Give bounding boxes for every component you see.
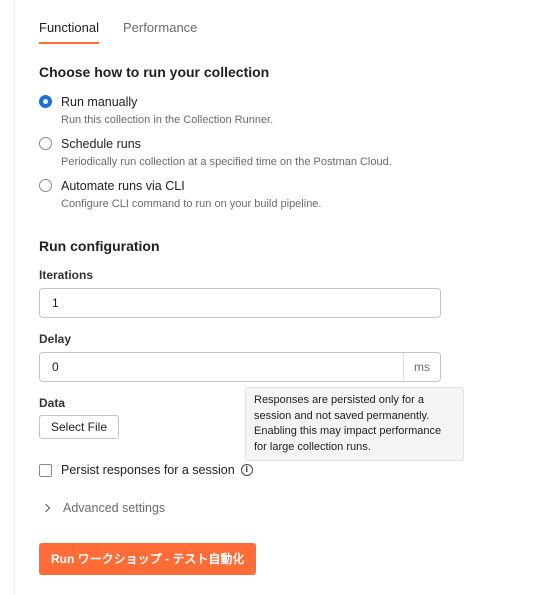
tab-performance[interactable]: Performance: [123, 14, 197, 44]
radio-run-manually[interactable]: Run manually Run this collection in the …: [39, 94, 273, 127]
persist-responses-row: Persist responses for a session i: [39, 463, 253, 477]
advanced-settings-label: Advanced settings: [63, 501, 166, 515]
delay-label: Delay: [39, 332, 72, 346]
collection-runner-panel: Functional Performance Choose how to run…: [14, 0, 548, 595]
iterations-value: 1: [52, 296, 59, 310]
radio-description: Run this collection in the Collection Ru…: [61, 114, 274, 126]
tab-functional[interactable]: Functional: [39, 14, 99, 44]
chevron-right-icon: [41, 503, 51, 513]
radio-label: Automate runs via CLI: [61, 179, 185, 193]
data-label: Data: [39, 396, 66, 410]
delay-input[interactable]: 0 ms: [39, 352, 441, 382]
persist-responses-label: Persist responses for a session: [61, 463, 235, 477]
delay-unit: ms: [403, 353, 440, 381]
advanced-settings-toggle[interactable]: Advanced settings: [41, 501, 166, 515]
radio-automate-cli[interactable]: Automate runs via CLI Configure CLI comm…: [39, 178, 321, 211]
radio-label: Schedule runs: [61, 137, 141, 151]
run-mode-title: Choose how to run your collection: [39, 64, 270, 80]
radio-description: Configure CLI command to run on your bui…: [61, 198, 322, 210]
radio-schedule-runs[interactable]: Schedule runs Periodically run collectio…: [39, 136, 392, 169]
persist-tooltip: Responses are persisted only for a sessi…: [245, 387, 464, 461]
delay-value: 0: [52, 360, 59, 374]
radio-button[interactable]: [39, 137, 52, 150]
info-icon[interactable]: i: [240, 464, 253, 476]
iterations-input[interactable]: 1: [39, 288, 441, 318]
run-collection-button[interactable]: Run ワークショップ - テスト自動化: [39, 543, 257, 575]
select-file-button[interactable]: Select File: [39, 415, 120, 439]
run-config-title: Run configuration: [39, 238, 160, 254]
radio-description: Periodically run collection at a specifi…: [61, 156, 392, 168]
runner-tabs: Functional Performance: [39, 14, 197, 46]
radio-button-selected[interactable]: [39, 95, 52, 108]
persist-responses-checkbox[interactable]: [39, 463, 52, 477]
radio-label: Run manually: [61, 95, 138, 109]
radio-button[interactable]: [39, 179, 52, 192]
iterations-label: Iterations: [39, 268, 94, 282]
